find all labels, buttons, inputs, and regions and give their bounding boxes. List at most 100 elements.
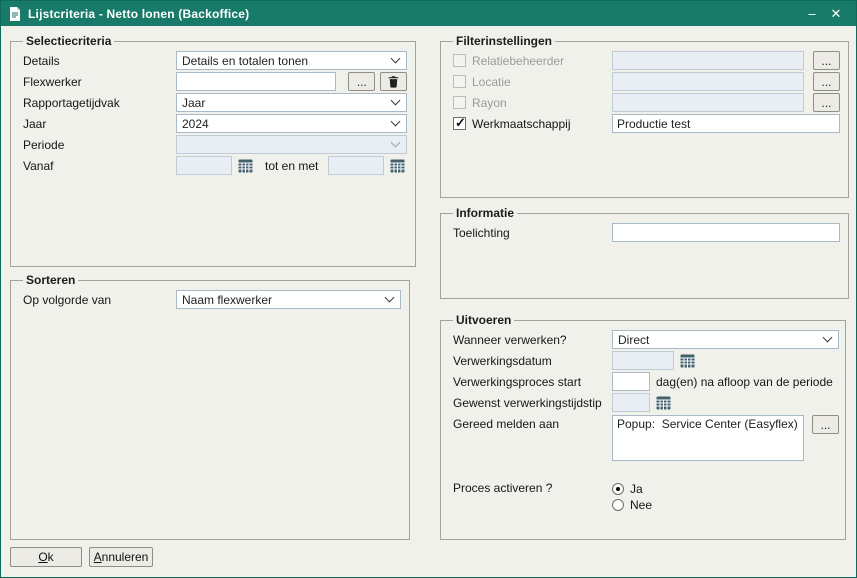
dialog-body: Selectiecriteria Details Details en tota…: [1, 26, 856, 577]
flexwerker-input[interactable]: [176, 72, 336, 91]
rayon-browse-button[interactable]: ...: [813, 93, 840, 112]
vanaf-row: Vanaf tot en met: [23, 156, 407, 175]
vanaf-to-input: [328, 156, 384, 175]
toelichting-label: Toelichting: [453, 226, 612, 240]
relatiebeheerder-browse-button[interactable]: ...: [813, 51, 840, 70]
jaar-value: 2024: [182, 117, 387, 131]
relatiebeheerder-input: [612, 51, 804, 70]
group-uitvoeren: Uitvoeren Wanneer verwerken? Direct Verw…: [440, 313, 846, 540]
group-selectiecriteria-legend: Selectiecriteria: [23, 34, 114, 48]
proces-activeren-label: Proces activeren ?: [453, 481, 612, 495]
chevron-down-icon: [391, 117, 401, 127]
group-filterinstellingen-legend: Filterinstellingen: [453, 34, 555, 48]
trash-icon: [387, 75, 400, 88]
gereed-listbox[interactable]: Popup: Service Center (Easyflex): [612, 415, 804, 461]
filter-row-werkmaatschappij: Werkmaatschappij: [453, 114, 840, 133]
periode-row: Periode: [23, 135, 407, 154]
wanneer-select[interactable]: Direct: [612, 330, 839, 349]
chevron-down-icon: [391, 96, 401, 106]
verwerkingsdatum-calendar-button[interactable]: [678, 351, 697, 370]
jaar-label: Jaar: [23, 117, 176, 131]
gereed-label: Gereed melden aan: [453, 415, 612, 431]
werkmaatschappij-label: Werkmaatschappij: [472, 117, 612, 131]
details-select[interactable]: Details en totalen tonen: [176, 51, 407, 70]
filter-row-rayon: Rayon ...: [453, 93, 840, 112]
relatiebeheerder-label: Relatiebeheerder: [472, 54, 612, 68]
proces-start-row: Verwerkingsproces start dag(en) na afloo…: [453, 372, 839, 391]
group-filterinstellingen: Filterinstellingen Relatiebeheerder ... …: [440, 34, 849, 198]
chevron-down-icon: [385, 293, 395, 303]
jaar-select[interactable]: 2024: [176, 114, 407, 133]
radio-nee-option[interactable]: Nee: [612, 497, 652, 513]
radio-nee[interactable]: [612, 499, 624, 511]
group-informatie-legend: Informatie: [453, 206, 517, 220]
spacer: [453, 461, 839, 479]
chevron-down-icon: [823, 333, 833, 343]
tijdstip-label: Gewenst verwerkingstijdstip: [453, 396, 612, 410]
locatie-input: [612, 72, 804, 91]
group-uitvoeren-legend: Uitvoeren: [453, 313, 514, 327]
proces-start-input[interactable]: [612, 372, 650, 391]
toelichting-input[interactable]: [612, 223, 840, 242]
locatie-label: Locatie: [472, 75, 612, 89]
relatiebeheerder-checkbox: [453, 54, 466, 67]
chevron-down-icon: [391, 138, 401, 148]
tijdstip-row: Gewenst verwerkingstijdstip: [453, 393, 839, 412]
chevron-down-icon: [391, 54, 401, 64]
toelichting-row: Toelichting: [453, 223, 840, 242]
vanaf-to-calendar-button[interactable]: [388, 156, 407, 175]
gereed-row: Gereed melden aan Popup: Service Center …: [453, 415, 839, 461]
group-sorteren: Sorteren Op volgorde van Naam flexwerker: [10, 273, 410, 540]
filter-row-locatie: Locatie ...: [453, 72, 840, 91]
group-selectiecriteria: Selectiecriteria Details Details en tota…: [10, 34, 416, 267]
group-sorteren-legend: Sorteren: [23, 273, 78, 287]
ok-button-label: Ok: [11, 550, 81, 564]
locatie-browse-button[interactable]: ...: [813, 72, 840, 91]
periode-label: Periode: [23, 138, 176, 152]
radio-ja[interactable]: [612, 483, 624, 495]
rapportagetijdvak-value: Jaar: [182, 96, 387, 110]
proces-start-suffix-label: dag(en) na afloop van de periode: [656, 375, 833, 389]
wanneer-row: Wanneer verwerken? Direct: [453, 330, 839, 349]
annuleren-button-label: Annuleren: [90, 550, 152, 564]
proces-start-label: Verwerkingsproces start: [453, 375, 612, 389]
verwerkingsdatum-label: Verwerkingsdatum: [453, 354, 612, 368]
ok-button[interactable]: Ok: [10, 547, 82, 567]
werkmaatschappij-checkbox[interactable]: [453, 117, 466, 130]
flexwerker-row: Flexwerker ...: [23, 72, 407, 91]
window-title: Lijstcriteria - Netto lonen (Backoffice): [28, 7, 800, 21]
rayon-input: [612, 93, 804, 112]
dialog-window: Lijstcriteria - Netto lonen (Backoffice)…: [0, 0, 857, 578]
filter-row-relatiebeheerder: Relatiebeheerder ...: [453, 51, 840, 70]
op-volgorde-select[interactable]: Naam flexwerker: [176, 290, 401, 309]
op-volgorde-value: Naam flexwerker: [182, 293, 381, 307]
vanaf-separator-label: tot en met: [265, 159, 318, 173]
vanaf-from-calendar-button[interactable]: [236, 156, 255, 175]
proces-activeren-radiogroup: Ja Nee: [612, 481, 652, 513]
tijdstip-calendar-button[interactable]: [654, 393, 673, 412]
radio-nee-label: Nee: [630, 498, 652, 512]
gereed-browse-button[interactable]: ...: [812, 415, 839, 434]
rayon-label: Rayon: [472, 96, 612, 110]
locatie-checkbox: [453, 75, 466, 88]
wanneer-value: Direct: [618, 333, 819, 347]
radio-ja-option[interactable]: Ja: [612, 481, 652, 497]
werkmaatschappij-input[interactable]: [612, 114, 840, 133]
proces-activeren-row: Proces activeren ? Ja Nee: [453, 481, 839, 513]
rapportagetijdvak-select[interactable]: Jaar: [176, 93, 407, 112]
periode-select: [176, 135, 407, 154]
titlebar: Lijstcriteria - Netto lonen (Backoffice)…: [1, 1, 856, 26]
close-button[interactable]: ✕: [824, 1, 848, 26]
document-icon: [9, 7, 21, 21]
minimize-button[interactable]: –: [800, 1, 824, 26]
radio-ja-label: Ja: [630, 482, 643, 496]
rapportagetijdvak-row: Rapportagetijdvak Jaar: [23, 93, 407, 112]
jaar-row: Jaar 2024: [23, 114, 407, 133]
flexwerker-delete-button[interactable]: [380, 72, 407, 91]
flexwerker-browse-button[interactable]: ...: [348, 72, 375, 91]
vanaf-from-input: [176, 156, 232, 175]
annuleren-button[interactable]: Annuleren: [89, 547, 153, 567]
rayon-checkbox: [453, 96, 466, 109]
details-value: Details en totalen tonen: [182, 54, 387, 68]
vanaf-label: Vanaf: [23, 159, 176, 173]
